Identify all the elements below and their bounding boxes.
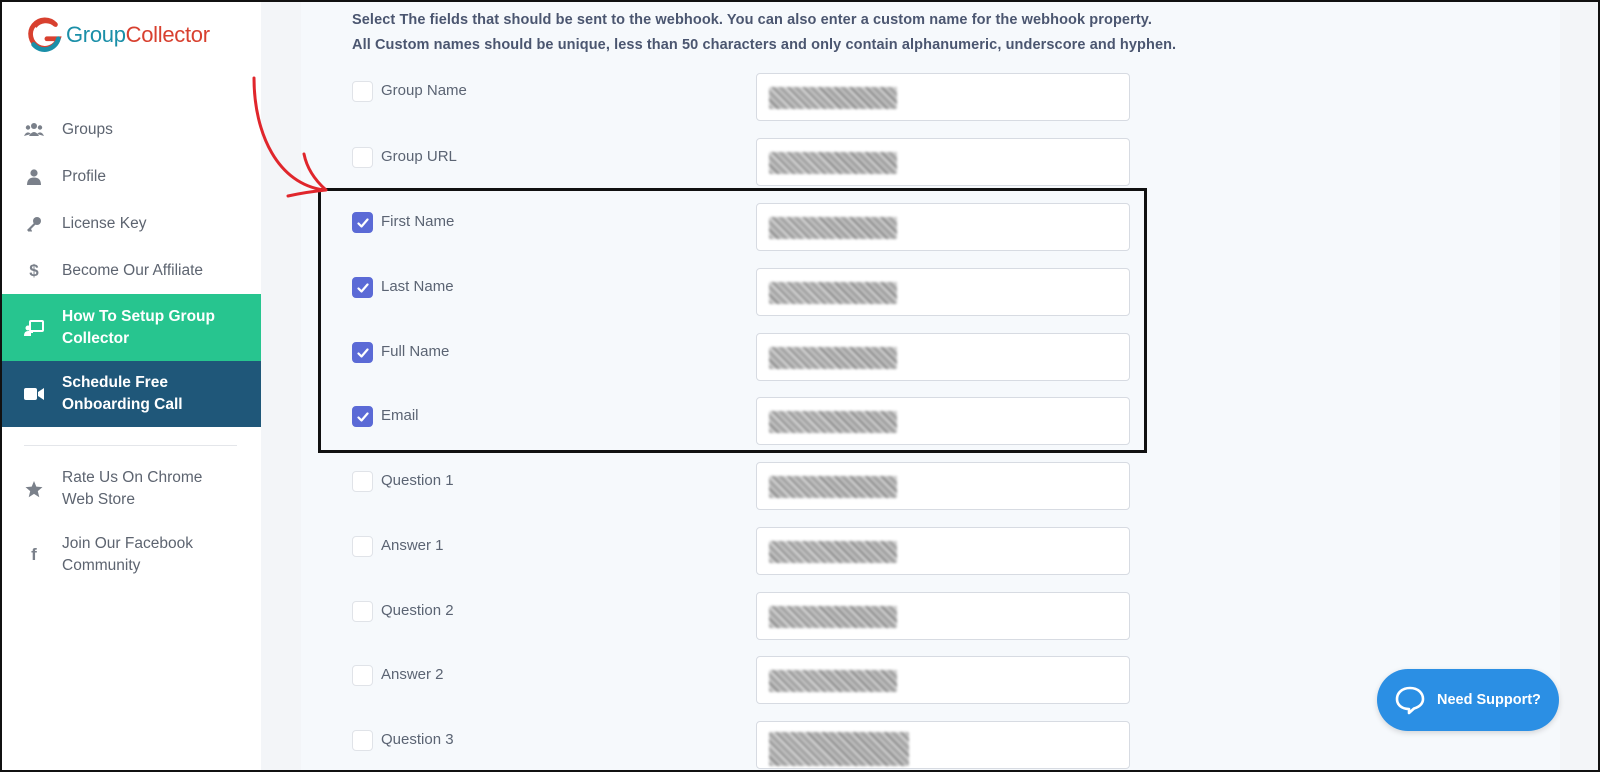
field-label: First Name [381,213,455,230]
field-row: Question 3 [352,721,1132,769]
redacted-value [769,87,897,109]
field-checkbox[interactable] [352,536,373,557]
field-label: Question 1 [381,472,454,489]
video-icon [24,384,44,404]
chalkboard-teacher-icon [24,318,44,338]
sidebar-item-label: License Key [62,214,147,232]
need-support-button[interactable]: Need Support? [1377,669,1559,731]
field-row: Last Name [352,268,1132,316]
facebook-icon: f [31,545,37,564]
sidebar-item-groups[interactable]: Groups [0,106,261,153]
redacted-value [769,152,897,174]
redacted-value [769,217,897,239]
key-icon [24,214,44,234]
star-icon [24,479,44,499]
custom-name-input[interactable] [756,656,1130,704]
field-checkbox[interactable] [352,147,373,168]
sidebar-item-label: Join Our Facebook Community [62,535,193,574]
app-logo[interactable]: GroupCollector [26,16,210,54]
field-label: Full Name [381,343,450,360]
custom-name-input[interactable] [756,73,1130,121]
redacted-value [769,347,897,369]
sidebar: GroupCollector Groups Profile License Ke… [0,0,261,772]
custom-name-input[interactable] [756,462,1130,510]
check-icon [357,218,369,228]
field-checkbox[interactable] [352,212,373,233]
field-row: Full Name [352,333,1132,381]
field-checkbox[interactable] [352,730,373,751]
users-icon [24,120,44,140]
redacted-value [769,732,909,766]
custom-name-input[interactable] [756,397,1130,445]
custom-name-input[interactable] [756,721,1130,769]
custom-name-input[interactable] [756,527,1130,575]
field-row: Question 2 [352,592,1132,640]
custom-name-input[interactable] [756,268,1130,316]
field-row: Answer 2 [352,656,1132,704]
dollar-icon: $ [29,260,39,280]
field-label: Answer 1 [381,537,444,554]
group-collector-logo-icon [28,17,62,52]
field-row: First Name [352,203,1132,251]
field-checkbox[interactable] [352,277,373,298]
check-icon [357,348,369,358]
logo-text: GroupCollector [66,22,210,47]
field-row: Question 1 [352,462,1132,510]
field-label: Group URL [381,148,457,165]
sidebar-nav: Groups Profile License Key $ Become Our … [0,106,261,588]
redacted-value [769,541,897,563]
field-label: Question 3 [381,731,454,748]
field-label: Question 2 [381,602,454,619]
custom-name-input[interactable] [756,333,1130,381]
field-row: Group URL [352,138,1132,186]
redacted-value [769,670,897,692]
field-label: Group Name [381,82,467,99]
sidebar-item-label: Schedule Free Onboarding Call [62,374,183,413]
field-label: Last Name [381,278,454,295]
sidebar-divider [24,445,237,446]
field-checkbox[interactable] [352,471,373,492]
field-checkbox[interactable] [352,665,373,686]
chat-bubble-icon [1395,686,1425,715]
sidebar-item-facebook[interactable]: f Join Our Facebook Community [0,522,261,588]
sidebar-item-schedule-call[interactable]: Schedule Free Onboarding Call [0,361,261,427]
field-checkbox[interactable] [352,601,373,622]
redacted-value [769,606,897,628]
field-label: Email [381,407,419,424]
sidebar-item-rate-us[interactable]: Rate Us On Chrome Web Store [0,456,261,522]
redacted-value [769,282,897,304]
field-checkbox[interactable] [352,342,373,363]
field-row: Answer 1 [352,527,1132,575]
sidebar-item-profile[interactable]: Profile [0,153,261,200]
sidebar-item-how-to-setup[interactable]: How To Setup Group Collector [0,294,261,361]
webhook-instructions: Select The fields that should be sent to… [352,12,1177,53]
custom-name-input[interactable] [756,138,1130,186]
custom-name-input[interactable] [756,592,1130,640]
redacted-value [769,411,897,433]
sidebar-item-label: Profile [62,167,106,185]
sidebar-item-affiliate[interactable]: $ Become Our Affiliate [0,247,261,294]
field-checkbox[interactable] [352,406,373,427]
sidebar-item-label: Become Our Affiliate [62,261,204,279]
field-label: Answer 2 [381,666,444,683]
sidebar-item-label: How To Setup Group Collector [62,307,215,347]
redacted-value [769,476,897,498]
sidebar-item-label: Groups [62,120,113,138]
field-row: Email [352,397,1132,445]
custom-name-input[interactable] [756,203,1130,251]
user-icon [24,167,44,187]
check-icon [357,412,369,422]
sidebar-item-license-key[interactable]: License Key [0,200,261,247]
need-support-label: Need Support? [1437,692,1541,708]
field-checkbox[interactable] [352,81,373,102]
field-row: Group Name [352,73,1132,121]
sidebar-item-label: Rate Us On Chrome Web Store [62,469,203,508]
check-icon [357,283,369,293]
